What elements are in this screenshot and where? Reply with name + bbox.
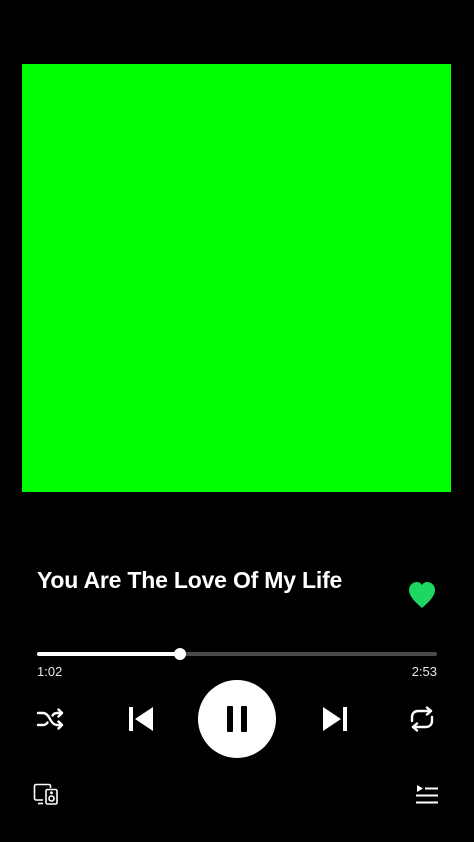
skip-previous-icon bbox=[129, 707, 153, 731]
play-pause-button[interactable] bbox=[198, 680, 276, 758]
elapsed-time: 1:02 bbox=[37, 664, 63, 679]
like-button[interactable] bbox=[406, 580, 438, 610]
album-art bbox=[22, 64, 451, 492]
progress-fill bbox=[37, 652, 181, 656]
pause-icon bbox=[227, 706, 247, 732]
connect-device-icon bbox=[33, 783, 58, 805]
queue-icon bbox=[416, 785, 438, 804]
connect-devices-button[interactable] bbox=[32, 782, 60, 806]
progress-bar[interactable] bbox=[37, 648, 437, 660]
heart-icon bbox=[409, 582, 435, 608]
queue-button[interactable] bbox=[414, 782, 440, 806]
repeat-button[interactable] bbox=[405, 704, 439, 734]
total-duration: 2:53 bbox=[411, 664, 437, 679]
shuffle-button[interactable] bbox=[34, 704, 68, 734]
next-button[interactable] bbox=[318, 702, 352, 736]
shuffle-icon bbox=[36, 708, 64, 730]
previous-button[interactable] bbox=[124, 702, 158, 736]
progress-thumb[interactable] bbox=[174, 648, 187, 660]
skip-next-icon bbox=[323, 707, 347, 731]
repeat-icon bbox=[410, 706, 434, 732]
track-title: You Are The Love Of My Life bbox=[37, 567, 343, 593]
